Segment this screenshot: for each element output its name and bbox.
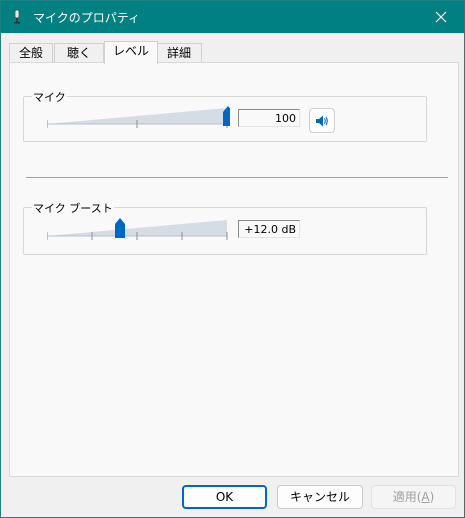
mic-slider-track [47,106,230,128]
mic-label: マイク [32,89,67,105]
cancel-button[interactable]: キャンセル [277,485,363,509]
boost-level-slider[interactable] [47,218,230,240]
microphone-icon [14,9,20,24]
tab-listen[interactable]: 聴く [54,43,104,63]
apply-mnemonic: A [421,490,430,504]
boost-slider-track [47,218,228,240]
apply-label: 適用 [392,490,417,504]
apply-button[interactable]: 適用(A) [371,485,456,509]
tab-general[interactable]: 全般 [9,43,53,63]
title-bar: マイクのプロパティ [1,1,464,33]
close-button[interactable] [418,1,464,33]
boost-value: +12.0 dB [238,220,300,238]
section-divider [26,177,448,178]
levels-panel: マイク 100 マイク ブースト +12.0 dB [9,62,459,477]
slider-thumb[interactable] [115,218,125,238]
mic-level-slider[interactable] [47,106,230,128]
boost-label: マイク ブースト [32,200,114,216]
window-title: マイクのプロパティ [33,11,141,25]
properties-dialog: マイクのプロパティ 全般 聴く レベル 詳細 マイク 100 マイク ブースト … [0,0,465,518]
mute-button[interactable] [309,108,335,133]
tab-advanced[interactable]: 詳細 [156,43,202,63]
close-icon [435,11,447,23]
ok-button[interactable]: OK [182,485,267,509]
tab-levels[interactable]: レベル [104,41,158,64]
speaker-icon [316,115,328,126]
mic-value: 100 [238,109,300,127]
